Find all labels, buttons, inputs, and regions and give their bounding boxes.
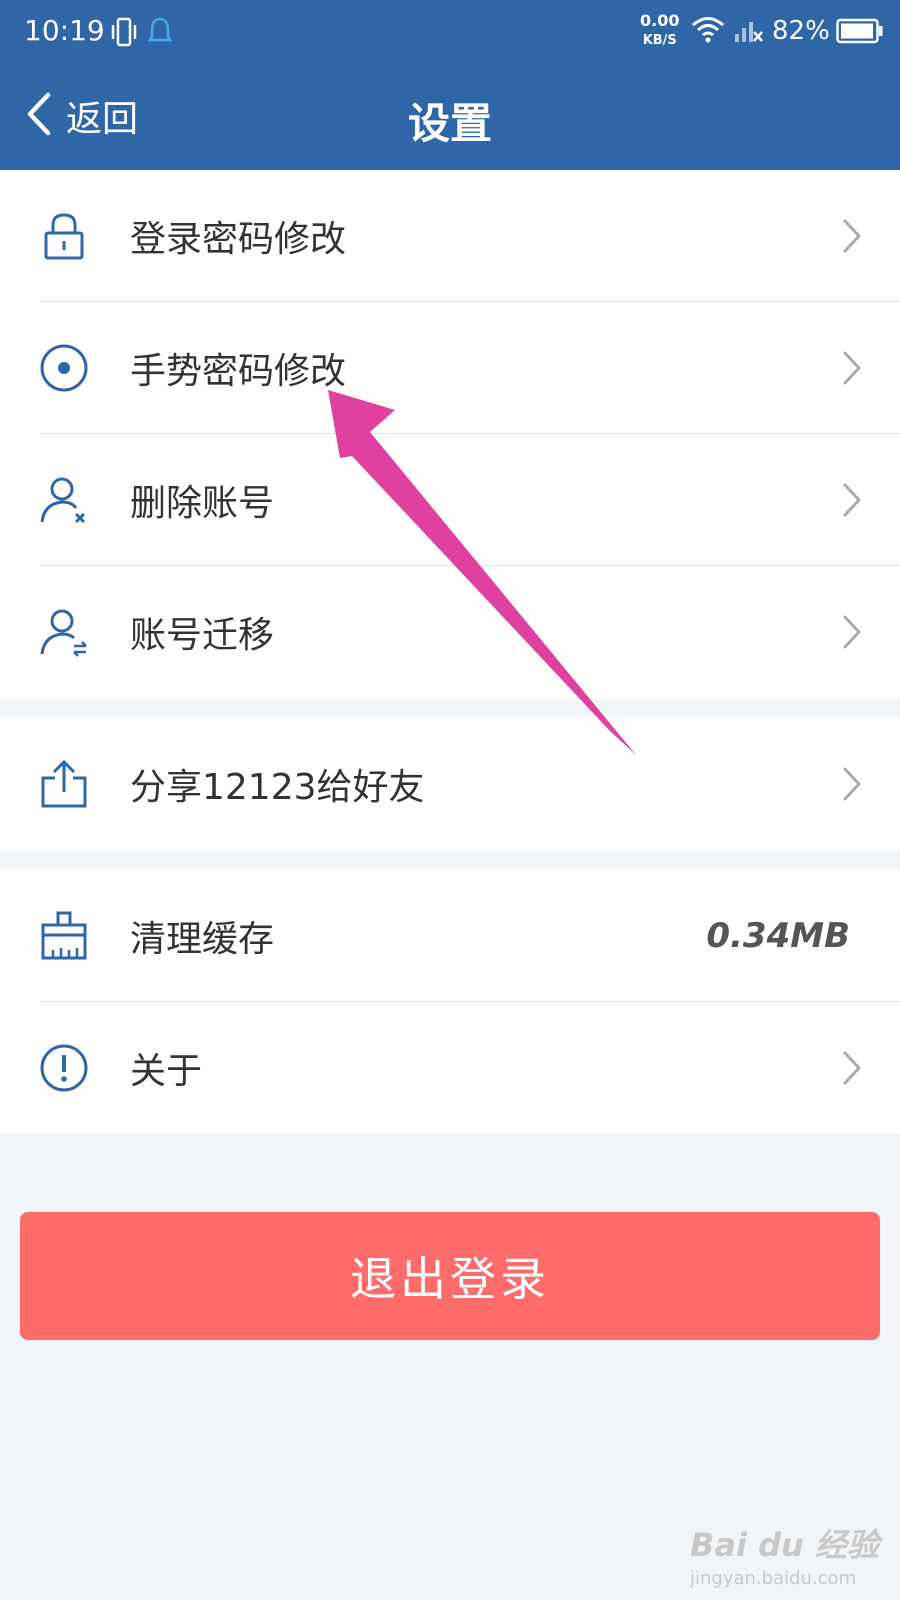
chevron-right-icon	[842, 1050, 862, 1090]
lock-icon	[38, 210, 90, 262]
brush-icon	[38, 910, 90, 962]
delete-account-row[interactable]: 删除账号	[0, 434, 900, 566]
misc-section: 清理缓存 0.34MB 关于	[0, 870, 900, 1134]
watermark-brand: Bai du 经验	[690, 1526, 879, 1564]
signal-icon	[734, 16, 764, 48]
account-transfer-row[interactable]: 账号迁移	[0, 566, 900, 698]
row-label: 删除账号	[130, 483, 275, 524]
network-speed-value: 0.00	[640, 11, 680, 30]
row-label: 关于	[130, 1051, 203, 1092]
notification-icon	[147, 16, 173, 50]
share-section: 分享12123给好友	[0, 718, 900, 850]
user-remove-icon	[38, 474, 90, 526]
chevron-right-icon	[842, 766, 862, 806]
page-title: 设置	[407, 99, 492, 148]
chevron-right-icon	[842, 482, 862, 522]
row-label: 账号迁移	[130, 615, 275, 656]
about-row[interactable]: 关于	[0, 1002, 900, 1134]
chevron-right-icon	[842, 350, 862, 390]
battery-percent: 82%	[772, 16, 830, 46]
row-label: 手势密码修改	[130, 351, 347, 392]
clear-cache-row[interactable]: 清理缓存 0.34MB	[0, 870, 900, 1002]
chevron-right-icon	[842, 218, 862, 258]
gesture-password-row[interactable]: 手势密码修改	[0, 302, 900, 434]
share-row[interactable]: 分享12123给好友	[0, 718, 900, 850]
account-section: 登录密码修改 手势密码修改 删除账号 账号迁移	[0, 170, 900, 698]
info-icon	[38, 1042, 90, 1094]
user-transfer-icon	[38, 606, 90, 658]
row-label: 分享12123给好友	[130, 767, 425, 808]
network-speed: 0.00 KB/S	[640, 12, 679, 50]
status-time: 10:19	[24, 14, 105, 47]
battery-icon	[836, 18, 884, 48]
nav-bar: 返回 设置	[0, 64, 900, 170]
row-label: 登录密码修改	[130, 219, 347, 260]
login-password-row[interactable]: 登录密码修改	[0, 170, 900, 302]
network-speed-unit: KB/S	[642, 33, 677, 48]
status-bar: 10:19 0.00 KB/S 82%	[0, 0, 900, 64]
watermark: Bai du 经验 jingyan.baidu.com	[690, 1520, 879, 1589]
logout-button[interactable]: 退出登录	[20, 1212, 880, 1340]
chevron-right-icon	[842, 614, 862, 654]
cache-size-value: 0.34MB	[706, 916, 850, 956]
share-icon	[38, 758, 90, 810]
watermark-url: jingyan.baidu.com	[690, 1568, 857, 1589]
row-label: 清理缓存	[130, 919, 275, 960]
wifi-icon	[690, 14, 726, 48]
gesture-icon	[38, 342, 90, 394]
vibrate-icon	[110, 16, 138, 52]
